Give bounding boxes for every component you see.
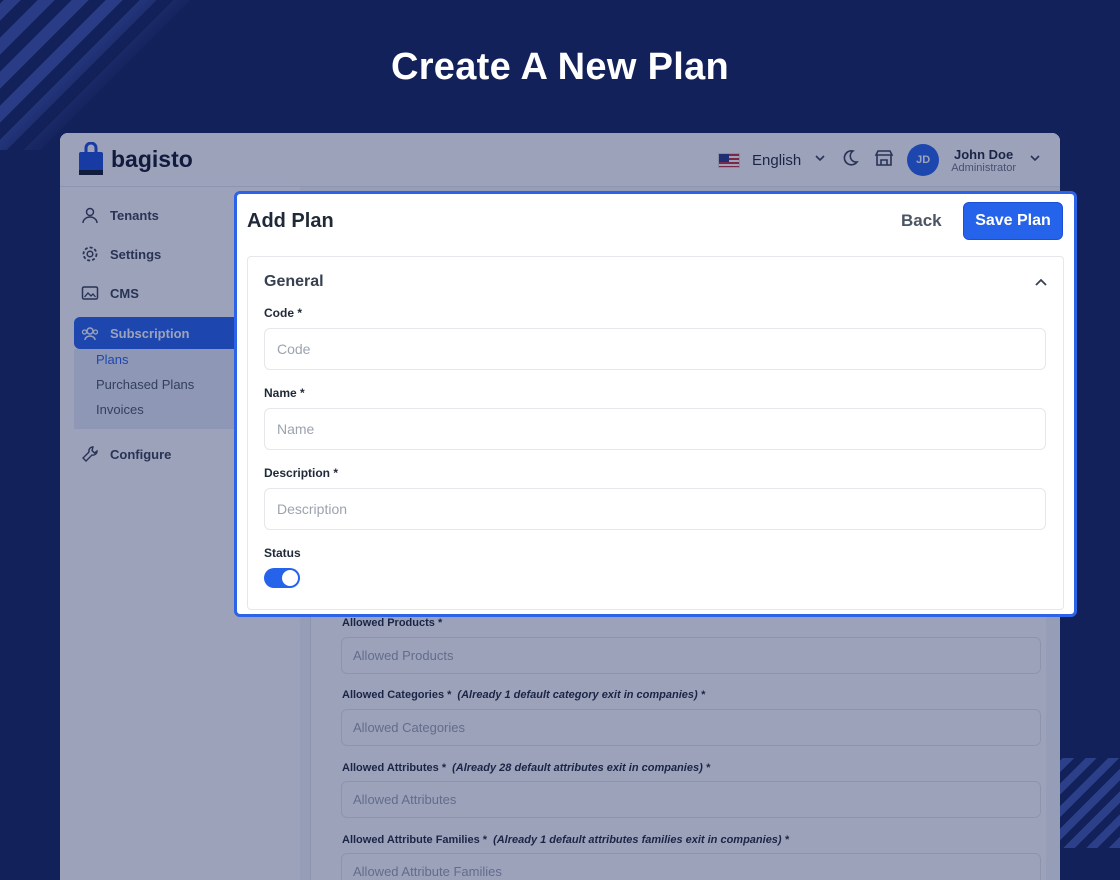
- general-section: General Code * Name * Description * Stat…: [247, 256, 1064, 610]
- back-button[interactable]: Back: [901, 211, 942, 231]
- name-field[interactable]: [264, 408, 1046, 450]
- decorative-stripes-bottom-right: [1058, 758, 1120, 848]
- chevron-up-icon[interactable]: [1033, 275, 1049, 291]
- status-toggle[interactable]: [264, 568, 300, 588]
- name-label: Name *: [264, 386, 305, 400]
- status-label: Status: [264, 546, 301, 560]
- section-title: General: [264, 273, 324, 290]
- description-field[interactable]: [264, 488, 1046, 530]
- page-title: Add Plan: [247, 210, 334, 232]
- code-label: Code *: [264, 306, 303, 320]
- description-label: Description *: [264, 466, 339, 480]
- hero-title: Create A New Plan: [390, 46, 730, 88]
- save-plan-button[interactable]: Save Plan: [963, 202, 1063, 240]
- add-plan-panel: Add Plan Back Save Plan General Code * N…: [234, 191, 1077, 617]
- code-field[interactable]: [264, 328, 1046, 370]
